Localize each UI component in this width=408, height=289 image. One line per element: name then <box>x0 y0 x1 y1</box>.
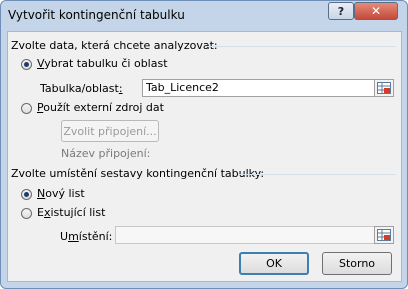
radio-select-range-label: Vybrat tabulku či oblast <box>37 57 168 70</box>
choose-connection-button[interactable]: Zvolit připojení... <box>61 120 159 142</box>
destination-separator <box>238 174 396 175</box>
connection-name-label: Název připojení: <box>61 147 151 160</box>
range-label: Tabulka/oblast: <box>40 82 123 95</box>
range-picker-icon <box>377 229 391 241</box>
help-button[interactable]: ? <box>328 2 354 20</box>
radio-select-range-indicator[interactable] <box>21 59 32 70</box>
source-heading: Zvolte data, která chcete analyzovat: <box>11 39 218 52</box>
dialog-body: Zvolte data, která chcete analyzovat: Vy… <box>7 31 402 282</box>
radio-existing-sheet-label: Existující list <box>37 206 106 219</box>
range-picker-button[interactable] <box>374 79 394 97</box>
location-input[interactable] <box>115 226 375 244</box>
location-label: Umístění: <box>60 230 113 243</box>
dialog-title: Vytvořit kontingenční tabulku <box>8 8 185 22</box>
help-icon: ? <box>337 4 345 18</box>
dialog-window: Vytvořit kontingenční tabulku ? ✕ Zvolte… <box>0 0 408 289</box>
close-icon: ✕ <box>370 4 382 18</box>
radio-external-source-indicator[interactable] <box>21 103 32 114</box>
cancel-button[interactable]: Storno <box>322 252 392 275</box>
radio-new-sheet-label: Nový list <box>37 187 85 200</box>
range-picker-icon <box>377 82 391 94</box>
destination-heading: Zvolte umístění sestavy kontingenční tab… <box>11 167 265 180</box>
ok-button[interactable]: OK <box>239 252 309 275</box>
source-separator <box>206 46 396 47</box>
close-button[interactable]: ✕ <box>354 2 398 20</box>
range-input[interactable]: Tab_Licence2 <box>142 79 375 97</box>
radio-external-source-label: Použít externí zdroj dat <box>37 101 164 114</box>
title-bar[interactable]: Vytvořit kontingenční tabulku ? ✕ <box>1 1 407 31</box>
radio-new-sheet-indicator[interactable] <box>21 189 32 200</box>
radio-existing-sheet-indicator[interactable] <box>21 208 32 219</box>
location-picker-button[interactable] <box>374 226 394 244</box>
